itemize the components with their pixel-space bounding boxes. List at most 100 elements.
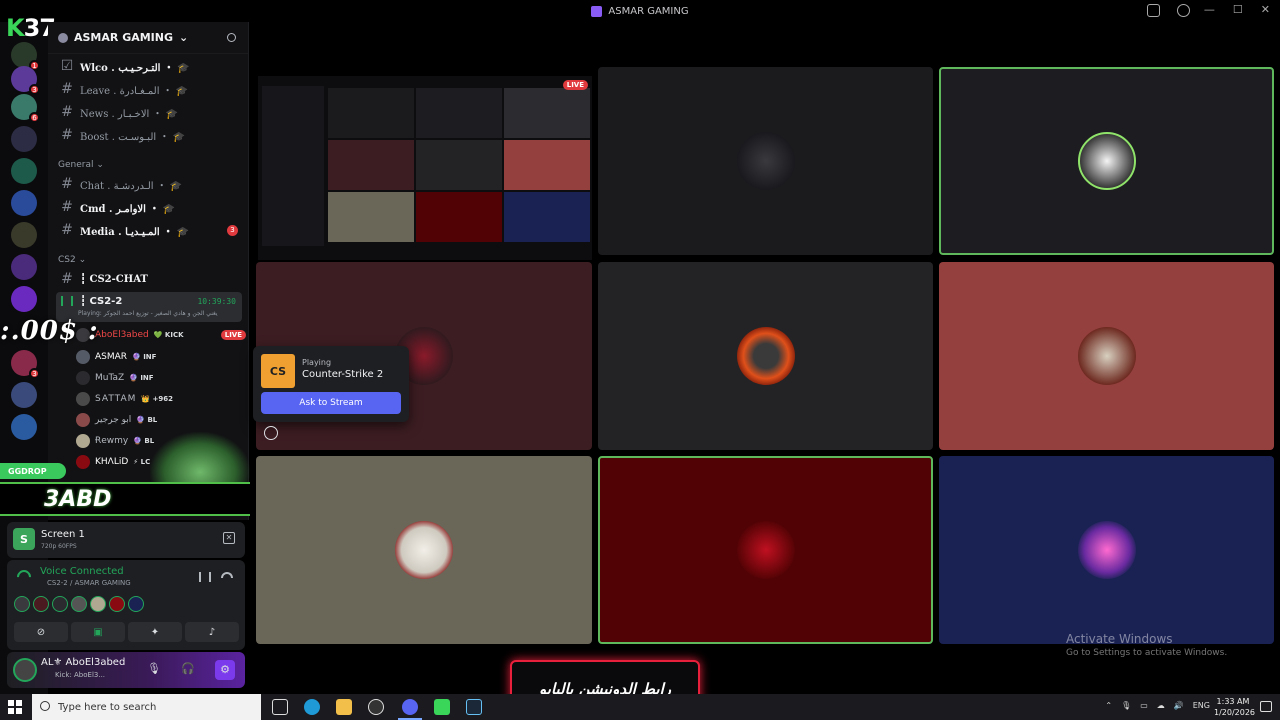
- server-icon-8[interactable]: [11, 254, 37, 280]
- soundboard-button[interactable]: ♪: [185, 622, 239, 642]
- hash-icon: #: [61, 81, 73, 97]
- avatar: [736, 521, 795, 579]
- guild-header[interactable]: ASMAR GAMING ⌄: [48, 22, 248, 54]
- server-badge: 6: [29, 112, 40, 123]
- stop-stream-button[interactable]: ✕: [223, 532, 235, 544]
- money-overlay: :.00$ :: [0, 316, 99, 346]
- microphone-icon[interactable]: 🎙: [147, 662, 161, 676]
- voice-user[interactable]: ابو جرجير 🔮 BL: [76, 411, 246, 429]
- channel-boost[interactable]: # Boost . البـوسـت ・ 🎓: [56, 125, 242, 145]
- channel-media[interactable]: # Media . المـيـديـا ・ 🎓 3: [56, 220, 242, 240]
- ask-to-stream-button[interactable]: Ask to Stream: [261, 392, 401, 414]
- preview-cell: [328, 88, 414, 138]
- noise-suppression-icon[interactable]: [199, 572, 211, 582]
- screen-share-button[interactable]: ▣: [71, 622, 125, 642]
- category-cs2[interactable]: CS2 ⌄: [58, 255, 86, 265]
- tile-neon[interactable]: [939, 456, 1274, 644]
- tile-asmar-logo[interactable]: [598, 67, 933, 255]
- help-icon[interactable]: [1177, 4, 1190, 17]
- microphone-tray-icon[interactable]: 🎙: [1121, 701, 1131, 710]
- voice-user[interactable]: ASMAR 🔮 INF: [76, 348, 246, 366]
- tile-skull[interactable]: [939, 67, 1274, 255]
- avatar[interactable]: [13, 658, 37, 682]
- channel-news[interactable]: # News . الاخـبـار ・ 🎓: [56, 102, 242, 122]
- tile-grad-cap[interactable]: [939, 262, 1274, 450]
- avatar[interactable]: [52, 596, 68, 612]
- maximize-button[interactable]: ☐: [1233, 3, 1243, 16]
- avatar[interactable]: [109, 596, 125, 612]
- taskbar-search[interactable]: Type here to search: [32, 694, 261, 720]
- avatar: [76, 455, 90, 469]
- file-explorer-icon[interactable]: [336, 699, 352, 715]
- language-indicator[interactable]: ENG: [1193, 701, 1210, 710]
- inbox-icon[interactable]: [1147, 4, 1160, 17]
- voice-user[interactable]: AboEl3abed 💚 KICK LIVE: [76, 326, 246, 344]
- voice-user[interactable]: MuTaZ 🔮 INF: [76, 369, 246, 387]
- window-controls: — ☐ ✕: [1204, 3, 1270, 16]
- server-icon-7[interactable]: [11, 222, 37, 248]
- signal-icon[interactable]: [14, 567, 34, 587]
- hash-icon: #: [61, 199, 73, 215]
- channel-chat[interactable]: # Chat . الـدردشـة ・ 🎓: [56, 174, 242, 194]
- server-icon-6[interactable]: [11, 190, 37, 216]
- server-icon-9[interactable]: [11, 286, 37, 312]
- minimize-button[interactable]: —: [1204, 3, 1215, 16]
- edge-icon[interactable]: [304, 699, 320, 715]
- streamer-name-bar: 3ABD: [0, 482, 262, 516]
- activity-popup: CS Playing Counter-Strike 2 Ask to Strea…: [253, 346, 409, 422]
- category-general[interactable]: General ⌄: [58, 160, 104, 170]
- avatar[interactable]: [128, 596, 144, 612]
- voice-user[interactable]: SATTAM 👑 +962: [76, 390, 246, 408]
- app-icon: [591, 5, 603, 17]
- avatar: [76, 371, 90, 385]
- avatar[interactable]: [71, 596, 87, 612]
- server-icon-11[interactable]: [11, 382, 37, 408]
- voice-activity-icon: [61, 296, 73, 306]
- avatar[interactable]: [90, 596, 106, 612]
- channel-wlco[interactable]: ☑ Wlco . التـرحـيـب ・ 🎓: [56, 56, 242, 76]
- server-icon-12[interactable]: [11, 414, 37, 440]
- activities-button[interactable]: ✦: [128, 622, 182, 642]
- server-badge: 3: [29, 368, 40, 379]
- add-member-icon[interactable]: [226, 32, 238, 44]
- discord-icon[interactable]: [398, 699, 422, 720]
- camera-off-button[interactable]: ⊘: [14, 622, 68, 642]
- disconnect-icon[interactable]: [221, 572, 233, 578]
- server-icon-1[interactable]: 1: [11, 42, 40, 71]
- system-tray: ⌃ 🎙 ▭ ☁ 🔊 ENG: [1105, 701, 1210, 710]
- gear-icon[interactable]: ⚙: [215, 660, 235, 680]
- network-icon[interactable]: ▭: [1140, 701, 1148, 710]
- avatar[interactable]: [14, 596, 30, 612]
- camera-off-icon[interactable]: [264, 426, 278, 440]
- channel-cmd[interactable]: # Cmd . الاوامـر ・ 🎓: [56, 197, 242, 217]
- screen-icon: S: [13, 528, 35, 550]
- live-badge: LIVE: [562, 80, 588, 90]
- clock[interactable]: 1:33 AM 1/20/2026: [1214, 696, 1255, 718]
- tile-khalid[interactable]: [598, 456, 933, 644]
- server-badge: 3: [29, 84, 40, 95]
- avatar[interactable]: [33, 596, 49, 612]
- channel-cs2-chat[interactable]: # ┇ CS2-CHAT: [56, 269, 242, 289]
- cloud-icon[interactable]: ☁: [1157, 701, 1165, 710]
- stream-preview[interactable]: LIVE: [258, 76, 592, 260]
- chevron-up-icon[interactable]: ⌃: [1105, 701, 1112, 710]
- server-icon-4[interactable]: [11, 126, 37, 152]
- tile-fire[interactable]: [598, 262, 933, 450]
- notification-icon[interactable]: [1260, 701, 1272, 712]
- server-icon-5[interactable]: [11, 158, 37, 184]
- headphones-icon[interactable]: 🎧: [181, 662, 195, 676]
- server-icon-10[interactable]: 3: [11, 350, 40, 379]
- server-icon-2[interactable]: 3: [11, 66, 40, 95]
- tile-skull-face[interactable]: [256, 456, 592, 644]
- hash-icon: #: [61, 127, 73, 143]
- channel-leave[interactable]: # Leave . المـغـادرة ・ 🎓: [56, 79, 242, 99]
- server-icon-3[interactable]: 6: [11, 94, 40, 123]
- kick-icon[interactable]: [434, 699, 450, 715]
- task-view-icon[interactable]: [272, 699, 288, 715]
- steam-icon[interactable]: [466, 699, 482, 715]
- guild-name: ASMAR GAMING: [74, 31, 174, 44]
- volume-icon[interactable]: 🔊: [1174, 701, 1184, 710]
- windows-start-icon[interactable]: [8, 700, 22, 714]
- obs-icon[interactable]: [368, 699, 384, 715]
- close-button[interactable]: ✕: [1261, 3, 1270, 16]
